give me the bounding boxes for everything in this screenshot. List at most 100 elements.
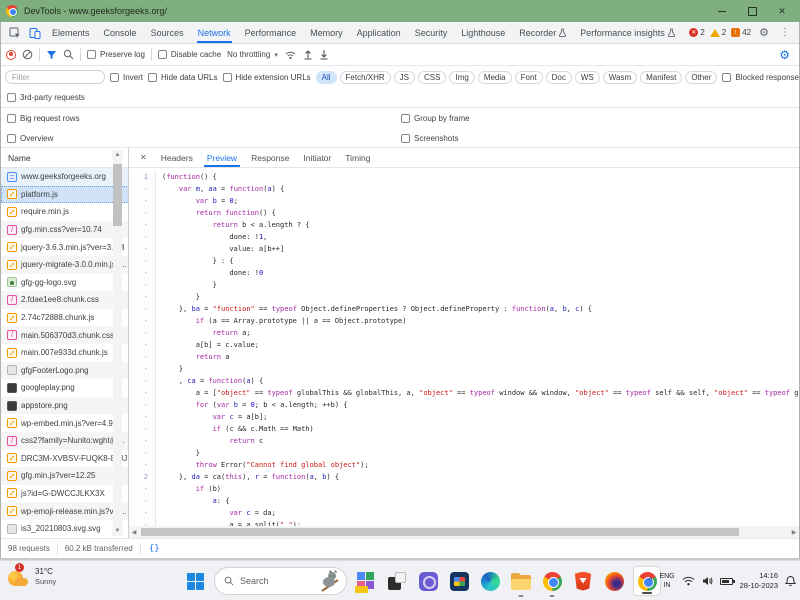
request-row[interactable]: googleplay.png	[1, 379, 129, 397]
filter-chip-font[interactable]: Font	[515, 71, 543, 84]
issues-count[interactable]: ! 42	[731, 28, 751, 37]
taskbar-app-office[interactable]	[354, 568, 378, 594]
group-by-frame-checkbox[interactable]: Group by frame	[401, 114, 470, 123]
clock[interactable]: 14:16 28-10-2023	[740, 571, 778, 591]
warning-count[interactable]: 2	[710, 28, 726, 37]
close-button[interactable]: ✕	[776, 5, 788, 17]
tab-memory[interactable]: Memory	[303, 22, 350, 43]
filter-chip-other[interactable]: Other	[685, 71, 717, 84]
error-count[interactable]: ✕ 2	[689, 28, 704, 37]
invert-checkbox[interactable]: Invert	[110, 73, 143, 82]
request-row[interactable]: main.007e933d.chunk.js	[1, 344, 129, 362]
language-indicator[interactable]: ENGIN	[659, 572, 674, 590]
filter-input[interactable]	[5, 70, 105, 84]
disable-cache-checkbox[interactable]: Disable cache	[158, 50, 221, 59]
taskbar-app-chrome[interactable]	[540, 568, 564, 594]
request-row[interactable]: wp-emoji-release.min.js?ver...	[1, 502, 129, 520]
third-party-requests-checkbox[interactable]: 3rd-party requests	[7, 93, 85, 102]
pretty-print-icon[interactable]: {}	[141, 544, 168, 554]
checkbox[interactable]	[87, 50, 96, 59]
taskbar-search-box[interactable]: Search	[214, 567, 347, 595]
preserve-log-checkbox[interactable]: Preserve log	[87, 50, 145, 59]
request-list-scrollbar[interactable]: ▲ ▼	[112, 150, 123, 536]
hide-extension-urls-checkbox[interactable]: Hide extension URLs	[223, 73, 311, 82]
scroll-left-icon[interactable]: ◀	[129, 529, 139, 536]
throttling-dropdown[interactable]: No throttling ▾	[227, 50, 278, 59]
settings-gear-icon[interactable]: ⚙	[756, 26, 772, 39]
taskbar-app-file-explorer[interactable]	[509, 568, 533, 594]
filter-chip-manifest[interactable]: Manifest	[640, 71, 682, 84]
request-row[interactable]: css2?family=Nunito:wght@...	[1, 432, 129, 450]
request-row[interactable]: jquery-migrate-3.0.0.min.js?...	[1, 256, 129, 274]
request-row[interactable]: 2.74c72888.chunk.js	[1, 309, 129, 327]
tab-elements[interactable]: Elements	[45, 22, 97, 43]
tab-performance-insights[interactable]: Performance insights	[573, 22, 682, 43]
filter-chip-fetch-xhr[interactable]: Fetch/XHR	[340, 71, 391, 84]
request-row[interactable]: gfg.min.css?ver=10.74	[1, 221, 129, 239]
restore-button[interactable]	[746, 5, 758, 17]
request-row[interactable]: appstore.png	[1, 397, 129, 415]
request-row[interactable]: js?id=G-DWCCJLKX3X	[1, 485, 129, 503]
taskbar-app-edge[interactable]	[478, 568, 502, 594]
clear-network-log-icon[interactable]	[22, 49, 33, 60]
request-row[interactable]: gfg-gg-logo.svg	[1, 274, 129, 292]
preview-tab-timing[interactable]: Timing	[338, 148, 377, 167]
scroll-up-icon[interactable]: ▲	[112, 150, 123, 160]
screenshots-checkbox[interactable]: Screenshots	[401, 134, 458, 143]
close-panel-icon[interactable]: ✕	[135, 153, 152, 162]
tab-performance[interactable]: Performance	[238, 22, 304, 43]
filter-chip-wasm[interactable]: Wasm	[603, 71, 637, 84]
request-row[interactable]: DRC3M-XVBSV-FUQK8-83JJ...	[1, 450, 129, 468]
devtools-menu-icon[interactable]: ⋮	[777, 27, 793, 38]
code-viewer[interactable]: 1(function() {- var m, aa = function(a) …	[129, 168, 799, 526]
request-row[interactable]: gfg.min.js?ver=12.25	[1, 467, 129, 485]
export-har-icon[interactable]	[319, 49, 329, 60]
filter-chip-img[interactable]: Img	[449, 71, 474, 84]
blocked-response-cookies-checkbox[interactable]: Blocked response cookies	[722, 73, 799, 82]
request-row[interactable]: jquery-3.6.3.min.js?ver=3.6.3	[1, 238, 129, 256]
taskbar-app-brave[interactable]	[571, 568, 595, 594]
filter-chip-all[interactable]: All	[316, 71, 337, 84]
scroll-right-icon[interactable]: ▶	[789, 529, 799, 536]
big-request-rows-checkbox[interactable]: Big request rows	[7, 114, 80, 123]
request-row[interactable]: wp-embed.min.js?ver=4.9.8	[1, 414, 129, 432]
filter-chip-media[interactable]: Media	[478, 71, 512, 84]
tray-chevron-icon[interactable]: ^	[649, 576, 653, 585]
request-row[interactable]: www.geeksforgeeks.org	[1, 168, 129, 186]
import-har-icon[interactable]	[303, 49, 313, 60]
weather-widget[interactable]: 1 31°C Sunny	[6, 565, 56, 589]
request-list-header[interactable]: Name	[1, 148, 128, 168]
network-settings-gear-icon[interactable]: ⚙	[779, 48, 794, 62]
overview-checkbox[interactable]: Overview	[7, 134, 53, 143]
wifi-icon[interactable]	[682, 576, 695, 586]
filter-chip-css[interactable]: CSS	[418, 71, 446, 84]
tab-application[interactable]: Application	[350, 22, 408, 43]
tab-console[interactable]: Console	[97, 22, 144, 43]
tab-network[interactable]: Network	[191, 22, 238, 43]
taskbar-app-squares[interactable]	[385, 568, 409, 594]
tab-recorder[interactable]: Recorder	[512, 22, 573, 43]
scrollbar-thumb[interactable]	[141, 528, 739, 536]
request-row[interactable]: platform.js	[1, 186, 129, 204]
preview-tab-response[interactable]: Response	[244, 148, 296, 167]
filter-chip-ws[interactable]: WS	[575, 71, 600, 84]
search-network-icon[interactable]	[63, 49, 74, 60]
tab-sources[interactable]: Sources	[144, 22, 191, 43]
record-network-log-icon[interactable]	[6, 50, 16, 60]
preview-tab-preview[interactable]: Preview	[200, 148, 244, 167]
minimize-button[interactable]	[716, 5, 728, 17]
taskbar-app-purple[interactable]	[416, 568, 440, 594]
request-row[interactable]: 2.fdae1ee8.chunk.css	[1, 291, 129, 309]
request-row[interactable]: is3_20210803.svg.svg	[1, 520, 129, 538]
start-button[interactable]	[183, 568, 207, 594]
inspect-element-icon[interactable]	[7, 25, 23, 41]
scroll-down-icon[interactable]: ▼	[112, 526, 123, 536]
battery-icon[interactable]	[720, 578, 733, 585]
device-toolbar-icon[interactable]	[27, 25, 43, 41]
code-horizontal-scrollbar[interactable]: ◀ ▶	[129, 526, 799, 538]
filter-funnel-icon[interactable]	[46, 50, 57, 60]
tab-security[interactable]: Security	[408, 22, 455, 43]
taskbar-app-store[interactable]	[447, 568, 471, 594]
hide-data-urls-checkbox[interactable]: Hide data URLs	[148, 73, 217, 82]
preview-tab-initiator[interactable]: Initiator	[296, 148, 338, 167]
